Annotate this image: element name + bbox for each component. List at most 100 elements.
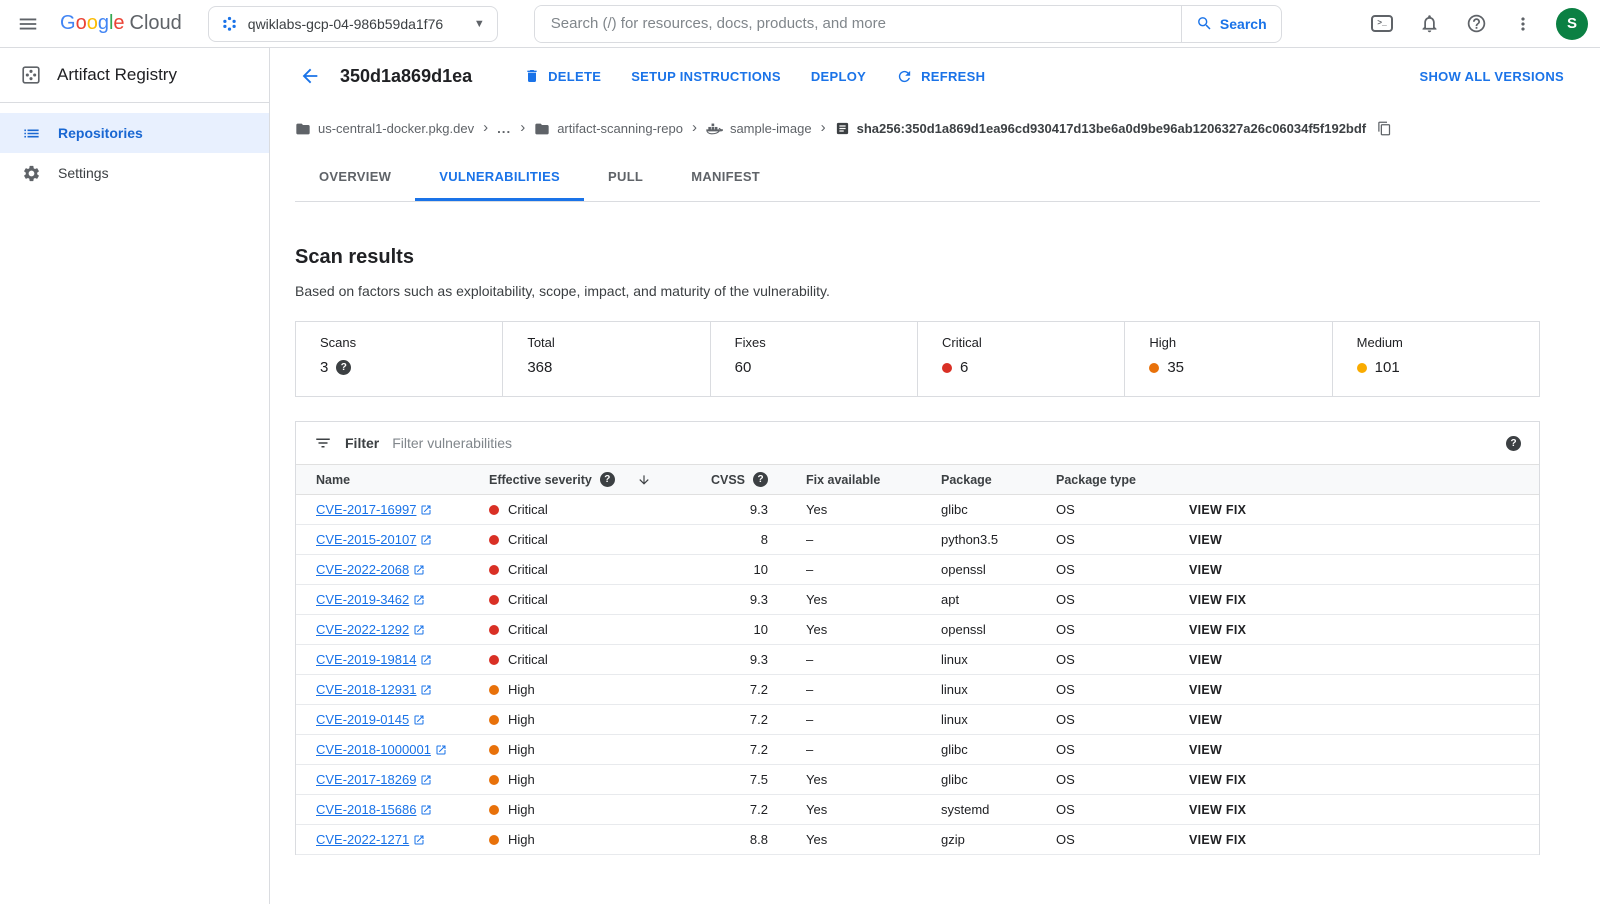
- column-header-package-type[interactable]: Package type: [1056, 464, 1189, 495]
- table-row: CVE-2019-3462 Critical 9.3 Yes apt OS VI…: [296, 584, 1539, 615]
- severity-help-icon[interactable]: ?: [599, 472, 615, 487]
- breadcrumb-repository[interactable]: artifact-scanning-repo: [534, 121, 683, 137]
- cve-link-text: CVE-2022-1292: [316, 622, 410, 637]
- severity-dot: [489, 834, 499, 845]
- cve-link[interactable]: CVE-2019-19814: [316, 652, 432, 667]
- view-fix-button[interactable]: VIEW FIX: [1189, 593, 1246, 607]
- severity-label: High: [508, 832, 535, 847]
- filter-input[interactable]: [392, 435, 1493, 451]
- severity-dot: [489, 534, 499, 545]
- avatar[interactable]: S: [1556, 7, 1588, 40]
- stat-cell: Total 368: [502, 322, 709, 396]
- view-fix-button[interactable]: VIEW FIX: [1189, 833, 1246, 847]
- breadcrumb-registry-label: us-central1-docker.pkg.dev: [318, 121, 475, 136]
- notifications-button[interactable]: [1407, 2, 1451, 46]
- view-fix-button[interactable]: VIEW: [1189, 743, 1222, 757]
- chevron-right-icon: ›: [691, 119, 697, 136]
- cve-link-text: CVE-2019-0145: [316, 712, 410, 727]
- cve-link[interactable]: CVE-2022-2068: [316, 562, 425, 577]
- severity-dot: [489, 804, 499, 815]
- view-fix-button[interactable]: VIEW FIX: [1189, 803, 1246, 817]
- fix-available: Yes: [776, 794, 941, 825]
- table-row: CVE-2019-19814 Critical 9.3 – linux OS V…: [296, 644, 1539, 675]
- breadcrumb-registry[interactable]: us-central1-docker.pkg.dev: [295, 121, 474, 137]
- sidebar-item-settings[interactable]: Settings: [0, 153, 269, 193]
- stat-value-row: 6: [941, 359, 1100, 376]
- cve-link[interactable]: CVE-2022-1271: [316, 832, 425, 847]
- cloud-shell-button[interactable]: >_: [1360, 2, 1404, 46]
- view-fix-button[interactable]: VIEW: [1189, 713, 1222, 727]
- cve-link[interactable]: CVE-2017-16997: [316, 502, 432, 517]
- more-options-button[interactable]: [1501, 2, 1545, 46]
- show-all-versions-button[interactable]: SHOW ALL VERSIONS: [1419, 69, 1564, 84]
- sidebar: Artifact Registry Repositories Settings: [0, 48, 270, 904]
- cve-link[interactable]: CVE-2015-20107: [316, 532, 432, 547]
- main-content: 350d1a869d1ea DELETE SETUP INSTRUCTIONS …: [270, 48, 1600, 904]
- package-type: OS: [1056, 584, 1189, 615]
- cve-link[interactable]: CVE-2017-18269: [316, 772, 432, 787]
- menu-button[interactable]: [6, 2, 50, 46]
- column-header-fix[interactable]: Fix available: [776, 464, 941, 495]
- package-name: python3.5: [941, 524, 1056, 555]
- column-header-cvss[interactable]: CVSS ?: [651, 464, 776, 495]
- external-link-icon: [414, 625, 424, 634]
- severity-label: Critical: [508, 622, 548, 637]
- deploy-button[interactable]: DEPLOY: [811, 69, 866, 84]
- back-button[interactable]: [290, 56, 330, 96]
- column-header-name[interactable]: Name: [296, 464, 481, 495]
- stat-cell: Medium 101: [1331, 322, 1539, 396]
- help-button[interactable]: [1454, 2, 1498, 46]
- tab-manifest[interactable]: MANIFEST: [667, 155, 784, 201]
- cve-link[interactable]: CVE-2019-3462: [316, 592, 425, 607]
- package-type: OS: [1056, 824, 1189, 855]
- search-bar: Search: [533, 4, 1282, 43]
- view-fix-button[interactable]: VIEW: [1189, 533, 1222, 547]
- external-link-icon: [414, 565, 424, 574]
- package-name: apt: [941, 584, 1056, 615]
- delete-button[interactable]: DELETE: [524, 68, 601, 84]
- sort-descending-icon[interactable]: [637, 473, 651, 487]
- view-fix-button[interactable]: VIEW FIX: [1189, 623, 1246, 637]
- cve-link[interactable]: CVE-2018-1000001: [316, 742, 447, 757]
- view-fix-button[interactable]: VIEW FIX: [1189, 503, 1246, 517]
- search-button[interactable]: Search: [1180, 5, 1281, 42]
- setup-instructions-button[interactable]: SETUP INSTRUCTIONS: [631, 69, 781, 84]
- column-header-severity[interactable]: Effective severity ?: [481, 464, 651, 495]
- column-header-package[interactable]: Package: [941, 464, 1056, 495]
- cve-link[interactable]: CVE-2019-0145: [316, 712, 425, 727]
- cve-link[interactable]: CVE-2018-12931: [316, 682, 432, 697]
- cve-link[interactable]: CVE-2022-1292: [316, 622, 425, 637]
- help-icon[interactable]: ?: [336, 360, 352, 375]
- view-fix-button[interactable]: VIEW: [1189, 563, 1222, 577]
- delete-label: DELETE: [548, 68, 602, 84]
- refresh-button[interactable]: REFRESH: [896, 68, 985, 85]
- cvss-value: 7.5: [651, 764, 776, 795]
- cvss-help-icon[interactable]: ?: [753, 472, 768, 487]
- filter-label: Filter: [345, 435, 380, 451]
- tab-vulnerabilities[interactable]: VULNERABILITIES: [415, 155, 585, 201]
- breadcrumb-ellipsis-button[interactable]: ...: [497, 121, 511, 136]
- table-help-icon[interactable]: ?: [1506, 435, 1521, 451]
- severity-label: High: [508, 772, 535, 787]
- search-input[interactable]: [534, 5, 1181, 42]
- cve-link[interactable]: CVE-2018-15686: [316, 802, 432, 817]
- setup-instructions-label: SETUP INSTRUCTIONS: [631, 68, 781, 84]
- document-icon: [836, 122, 848, 135]
- tab-overview[interactable]: OVERVIEW: [295, 155, 415, 201]
- hamburger-icon: [19, 18, 37, 29]
- view-fix-button[interactable]: VIEW FIX: [1189, 773, 1246, 787]
- stat-label: Critical: [941, 335, 982, 350]
- cve-link-text: CVE-2018-12931: [316, 682, 417, 697]
- external-link-icon: [436, 745, 446, 754]
- sidebar-item-label: Repositories: [58, 125, 143, 141]
- stat-cell: Fixes 60: [709, 322, 917, 396]
- tab-pull[interactable]: PULL: [584, 155, 667, 201]
- sidebar-item-repositories[interactable]: Repositories: [0, 113, 269, 153]
- package-type: OS: [1056, 734, 1189, 765]
- breadcrumb-image[interactable]: sample-image: [706, 121, 812, 136]
- copy-digest-button[interactable]: [1377, 121, 1392, 136]
- project-selector[interactable]: qwiklabs-gcp-04-986b59da1f76 ▼: [207, 5, 498, 42]
- view-fix-button[interactable]: VIEW: [1189, 683, 1222, 697]
- view-fix-button[interactable]: VIEW: [1189, 653, 1222, 667]
- package-name: linux: [941, 704, 1056, 735]
